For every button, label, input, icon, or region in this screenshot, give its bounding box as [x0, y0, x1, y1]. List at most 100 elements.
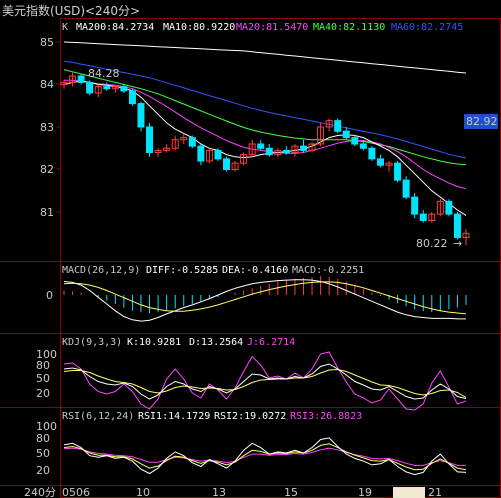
candle: [171, 135, 179, 151]
x-label-10: 10: [136, 486, 150, 498]
rsi-3: RSI3:26.8823: [290, 411, 362, 422]
kdj-chart: [63, 351, 467, 411]
macd-chart: [63, 276, 467, 322]
candle: [453, 212, 461, 240]
candle-body: [214, 149, 222, 160]
kdj-k-line: [63, 363, 467, 400]
candle: [103, 82, 111, 91]
kdj-k: K:10.9281: [127, 337, 181, 348]
kdj-j: J:6.2714: [247, 337, 295, 348]
candle-body: [299, 145, 307, 151]
candle: [163, 144, 171, 153]
candle: [419, 209, 427, 223]
rsi-chart: [63, 437, 467, 476]
candle: [351, 135, 359, 147]
candle: [69, 72, 77, 87]
candle: [265, 144, 273, 157]
stock-chart[interactable]: K MA200:84.2734 MA10:80.9220 MA20:81.547…: [0, 0, 501, 498]
candle-body: [77, 75, 85, 83]
x-label-15: 15: [284, 486, 298, 498]
rsi-y-20: 20: [36, 464, 50, 477]
ma200-label: MA200:84.2734: [76, 22, 154, 33]
main-panel-label: K: [62, 22, 68, 33]
candle-body: [334, 120, 342, 132]
candle: [257, 139, 265, 151]
candle: [299, 139, 307, 153]
candle: [60, 80, 68, 89]
candle-body: [120, 86, 128, 92]
candle-body: [351, 137, 359, 145]
rsi2-line: [63, 443, 467, 471]
x-label-13: 13: [212, 486, 226, 498]
candle: [342, 127, 350, 140]
candle-body: [368, 147, 376, 160]
main-y-axis: 85 84 83 82 81: [40, 36, 60, 219]
ma200-line: [63, 41, 467, 74]
candle: [205, 148, 213, 164]
candle-body: [453, 213, 461, 238]
rsi-y-80: 80: [36, 432, 50, 445]
candle: [188, 135, 196, 149]
candle-body: [103, 86, 111, 90]
candle: [376, 154, 384, 168]
candle: [402, 175, 410, 200]
rsi-header: RSI(6,12,24) RSI1:14.1729 RSI2:19.0272 R…: [62, 411, 362, 422]
candle-body: [411, 196, 419, 215]
candle: [231, 161, 239, 172]
candle-body: [359, 143, 367, 149]
x-label-19: 19: [358, 486, 372, 498]
candle: [368, 146, 376, 161]
candle: [428, 212, 436, 223]
main-indicator-header: K MA200:84.2734 MA10:80.9220 MA20:81.547…: [62, 22, 463, 33]
kdj-d: D:13.2564: [189, 337, 243, 348]
candle: [197, 144, 205, 166]
macd-value: MACD:-0.2251: [292, 265, 364, 276]
candle: [86, 80, 94, 96]
ma20-line: [64, 79, 467, 190]
candle: [394, 161, 402, 183]
kdj-header: KDJ(9,3,3) K:10.9281 D:13.2564 J:6.2714: [62, 337, 295, 348]
candle-body: [265, 147, 273, 156]
candle-body: [146, 126, 154, 153]
rsi-y-axis: 100 80 50 20: [36, 420, 57, 477]
y-tick-85: 85: [40, 36, 54, 49]
kdj-label: KDJ(9,3,3): [62, 337, 122, 348]
high-price-label: 84.28: [88, 67, 120, 80]
candle-body: [394, 162, 402, 181]
candle: [223, 156, 231, 172]
candle-body: [137, 103, 145, 128]
kdj-y-20: 20: [36, 387, 50, 400]
candle: [240, 152, 248, 166]
ma20-label: MA20:81.5470: [236, 22, 308, 33]
candle-body: [128, 90, 136, 105]
candle: [77, 73, 85, 85]
x-highlight-box: [393, 487, 425, 498]
candle: [146, 122, 154, 157]
candle-body: [402, 179, 410, 198]
period-label[interactable]: 240分: [24, 486, 56, 498]
candle-body: [223, 158, 231, 170]
candle: [154, 148, 162, 157]
rsi-y-50: 50: [36, 447, 50, 460]
candle: [137, 101, 145, 132]
candle-body: [282, 149, 290, 153]
ma10-label: MA10:80.9220: [163, 22, 235, 33]
kdj-y-axis: 100 80 50 20: [36, 348, 57, 400]
low-price-label: 80.22: [416, 237, 448, 250]
candle: [385, 161, 393, 172]
macd-header: MACD(26,12,9) DIFF:-0.5285 DEA:-0.4160 M…: [62, 265, 364, 276]
candle: [334, 118, 342, 134]
y-tick-83: 83: [40, 121, 54, 134]
kdj-j-line: [63, 351, 467, 411]
macd-dea: DEA:-0.4160: [222, 265, 288, 276]
candle: [94, 84, 102, 98]
candle-body: [445, 200, 453, 215]
y-tick-82: 82: [40, 163, 54, 176]
candle: [462, 229, 470, 246]
candle-body: [342, 130, 350, 139]
rsi-1: RSI1:14.1729: [138, 411, 210, 422]
rsi-label: RSI(6,12,24): [62, 411, 134, 422]
macd-diff: DIFF:-0.5285: [146, 265, 218, 276]
kdj-y-80: 80: [36, 359, 50, 372]
candle-body: [257, 143, 265, 149]
